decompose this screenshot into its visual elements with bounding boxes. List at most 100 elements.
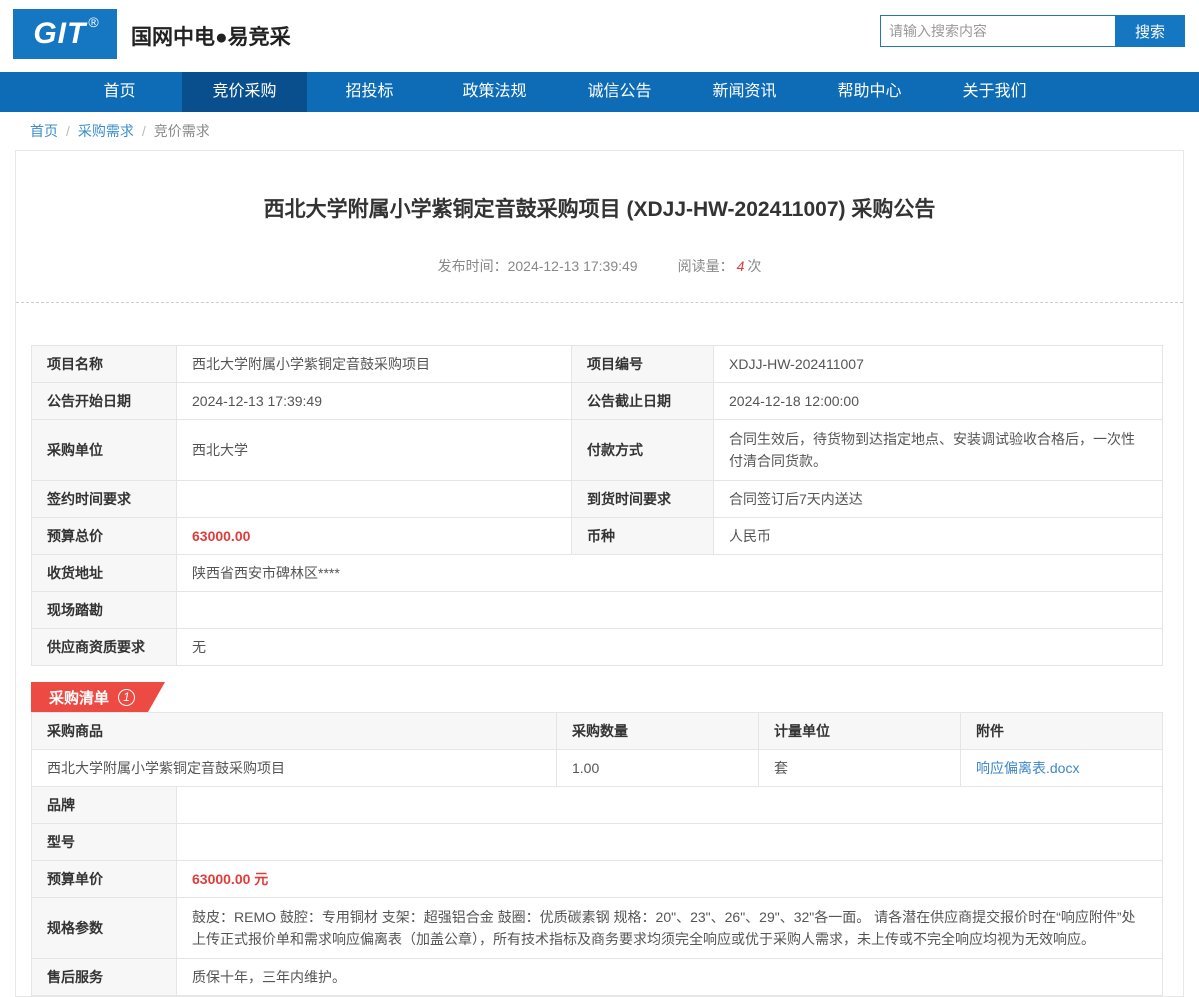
breadcrumb-home[interactable]: 首页	[30, 121, 58, 141]
item-detail-table: 品牌 型号 预算单价 63000.00 元 规格参数 鼓皮：REMO 鼓腔：专用…	[31, 786, 1163, 996]
publish-time-label: 发布时间：	[438, 258, 508, 274]
announcement-header: 西北大学附属小学紫铜定音鼓采购项目 (XDJJ-HW-202411007) 采购…	[16, 151, 1183, 303]
field-value	[177, 824, 1163, 861]
table-row: 预算单价 63000.00 元	[32, 861, 1163, 898]
table-row: 供应商资质要求 无	[32, 629, 1163, 666]
field-label: 币种	[572, 518, 714, 555]
table-header-row: 采购商品 采购数量 计量单位 附件	[32, 713, 1163, 750]
field-value: 合同生效后，待货物到达指定地点、安装调试验收合格后，一次性付清合同货款。	[714, 420, 1163, 481]
item-name: 西北大学附属小学紫铜定音鼓采购项目	[32, 750, 557, 787]
table-row: 签约时间要求 到货时间要求 合同签订后7天内送达	[32, 481, 1163, 518]
field-value: 2024-12-13 17:39:49	[177, 383, 572, 420]
field-value	[177, 787, 1163, 824]
views-unit: 次	[747, 258, 761, 274]
search-button[interactable]: 搜索	[1115, 15, 1185, 47]
nav-item-policies[interactable]: 政策法规	[432, 72, 557, 112]
field-label: 预算单价	[32, 861, 177, 898]
field-label: 签约时间要求	[32, 481, 177, 518]
spec-params-value: 鼓皮：REMO 鼓腔：专用铜材 支架：超强铝合金 鼓圈：优质碳素钢 规格：20"…	[177, 898, 1163, 959]
field-label: 公告截止日期	[572, 383, 714, 420]
budget-total-value: 63000.00	[177, 518, 572, 555]
field-label: 售后服务	[32, 959, 177, 996]
field-value: XDJJ-HW-202411007	[714, 346, 1163, 383]
table-row: 品牌	[32, 787, 1163, 824]
table-row: 公告开始日期 2024-12-13 17:39:49 公告截止日期 2024-1…	[32, 383, 1163, 420]
purchase-list-section: 采购清单 1 采购商品 采购数量 计量单位 附件 西北大学附属小学紫铜定音鼓采购…	[31, 682, 1163, 996]
table-row: 规格参数 鼓皮：REMO 鼓腔：专用铜材 支架：超强铝合金 鼓圈：优质碳素钢 规…	[32, 898, 1163, 959]
table-row: 现场踏勘	[32, 592, 1163, 629]
views-label: 阅读量：	[678, 258, 734, 274]
breadcrumb-separator: /	[142, 123, 146, 139]
table-row: 收货地址 陕西省西安市碑林区****	[32, 555, 1163, 592]
page-title: 西北大学附属小学紫铜定音鼓采购项目 (XDJJ-HW-202411007) 采购…	[56, 193, 1143, 223]
field-label: 项目名称	[32, 346, 177, 383]
publish-time-value: 2024-12-13 17:39:49	[508, 258, 638, 274]
table-row: 预算总价 63000.00 币种 人民币	[32, 518, 1163, 555]
announcement-meta: 发布时间：2024-12-13 17:39:49 阅读量：4次	[16, 256, 1183, 276]
nav-item-home[interactable]: 首页	[57, 72, 182, 112]
search-bar: 搜索	[880, 15, 1185, 47]
nav-item-integrity-notice[interactable]: 诚信公告	[557, 72, 682, 112]
purchase-list-count-badge: 1	[118, 689, 135, 706]
main-navigation: 首页 竞价采购 招投标 政策法规 诚信公告 新闻资讯 帮助中心 关于我们	[0, 72, 1199, 112]
project-info-table: 项目名称 西北大学附属小学紫铜定音鼓采购项目 项目编号 XDJJ-HW-2024…	[31, 345, 1163, 666]
purchase-list-badge-label: 采购清单	[49, 687, 109, 708]
table-row: 项目名称 西北大学附属小学紫铜定音鼓采购项目 项目编号 XDJJ-HW-2024…	[32, 346, 1163, 383]
field-label: 公告开始日期	[32, 383, 177, 420]
nav-item-help-center[interactable]: 帮助中心	[807, 72, 932, 112]
dashed-divider	[16, 302, 1183, 303]
column-header: 采购商品	[32, 713, 557, 750]
nav-item-about-us[interactable]: 关于我们	[932, 72, 1057, 112]
column-header: 计量单位	[759, 713, 961, 750]
breadcrumb-separator: /	[66, 123, 70, 139]
unit-price-value: 63000.00 元	[177, 861, 1163, 898]
top-header: GIT® 国网中电●易竞采 搜索	[0, 0, 1199, 72]
field-label: 到货时间要求	[572, 481, 714, 518]
nav-item-bidding-purchase[interactable]: 竞价采购	[182, 72, 307, 112]
field-label: 采购单位	[32, 420, 177, 481]
field-value: 2024-12-18 12:00:00	[714, 383, 1163, 420]
field-value	[177, 592, 1163, 629]
field-label: 预算总价	[32, 518, 177, 555]
site-brand-title: 国网中电●易竞采	[131, 0, 291, 72]
views-count: 4	[737, 258, 745, 274]
after-sale-value: 质保十年，三年内维护。	[177, 959, 1163, 996]
field-value: 西北大学附属小学紫铜定音鼓采购项目	[177, 346, 572, 383]
nav-item-tender[interactable]: 招投标	[307, 72, 432, 112]
table-row: 售后服务 质保十年，三年内维护。	[32, 959, 1163, 996]
field-label: 供应商资质要求	[32, 629, 177, 666]
purchase-list-badge: 采购清单 1	[31, 682, 165, 712]
table-row: 采购单位 西北大学 付款方式 合同生效后，待货物到达指定地点、安装调试验收合格后…	[32, 420, 1163, 481]
table-row: 型号	[32, 824, 1163, 861]
field-label: 现场踏勘	[32, 592, 177, 629]
logo-text: GIT	[33, 17, 86, 51]
column-header: 采购数量	[557, 713, 759, 750]
table-row: 西北大学附属小学紫铜定音鼓采购项目 1.00 套 响应偏离表.docx	[32, 750, 1163, 787]
item-quantity: 1.00	[557, 750, 759, 787]
breadcrumb: 首页 / 采购需求 / 竞价需求	[0, 112, 1199, 150]
breadcrumb-current: 竞价需求	[154, 121, 210, 141]
field-value: 陕西省西安市碑林区****	[177, 555, 1163, 592]
field-label: 品牌	[32, 787, 177, 824]
field-value: 合同签订后7天内送达	[714, 481, 1163, 518]
field-label: 收货地址	[32, 555, 177, 592]
field-value: 无	[177, 629, 1163, 666]
project-info-section: 项目名称 西北大学附属小学紫铜定音鼓采购项目 项目编号 XDJJ-HW-2024…	[31, 345, 1163, 666]
field-label: 规格参数	[32, 898, 177, 959]
field-value: 西北大学	[177, 420, 572, 481]
site-logo[interactable]: GIT®	[13, 9, 117, 59]
search-input[interactable]	[880, 15, 1115, 47]
item-unit: 套	[759, 750, 961, 787]
registered-trademark-icon: ®	[88, 14, 98, 30]
field-label: 项目编号	[572, 346, 714, 383]
field-label: 型号	[32, 824, 177, 861]
field-label: 付款方式	[572, 420, 714, 481]
purchase-list-table: 采购商品 采购数量 计量单位 附件 西北大学附属小学紫铜定音鼓采购项目 1.00…	[31, 712, 1163, 787]
nav-item-news[interactable]: 新闻资讯	[682, 72, 807, 112]
attachment-link[interactable]: 响应偏离表.docx	[976, 760, 1079, 776]
column-header: 附件	[961, 713, 1163, 750]
field-value: 人民币	[714, 518, 1163, 555]
announcement-card: 西北大学附属小学紫铜定音鼓采购项目 (XDJJ-HW-202411007) 采购…	[15, 150, 1184, 997]
field-value	[177, 481, 572, 518]
breadcrumb-purchase-demand[interactable]: 采购需求	[78, 121, 134, 141]
